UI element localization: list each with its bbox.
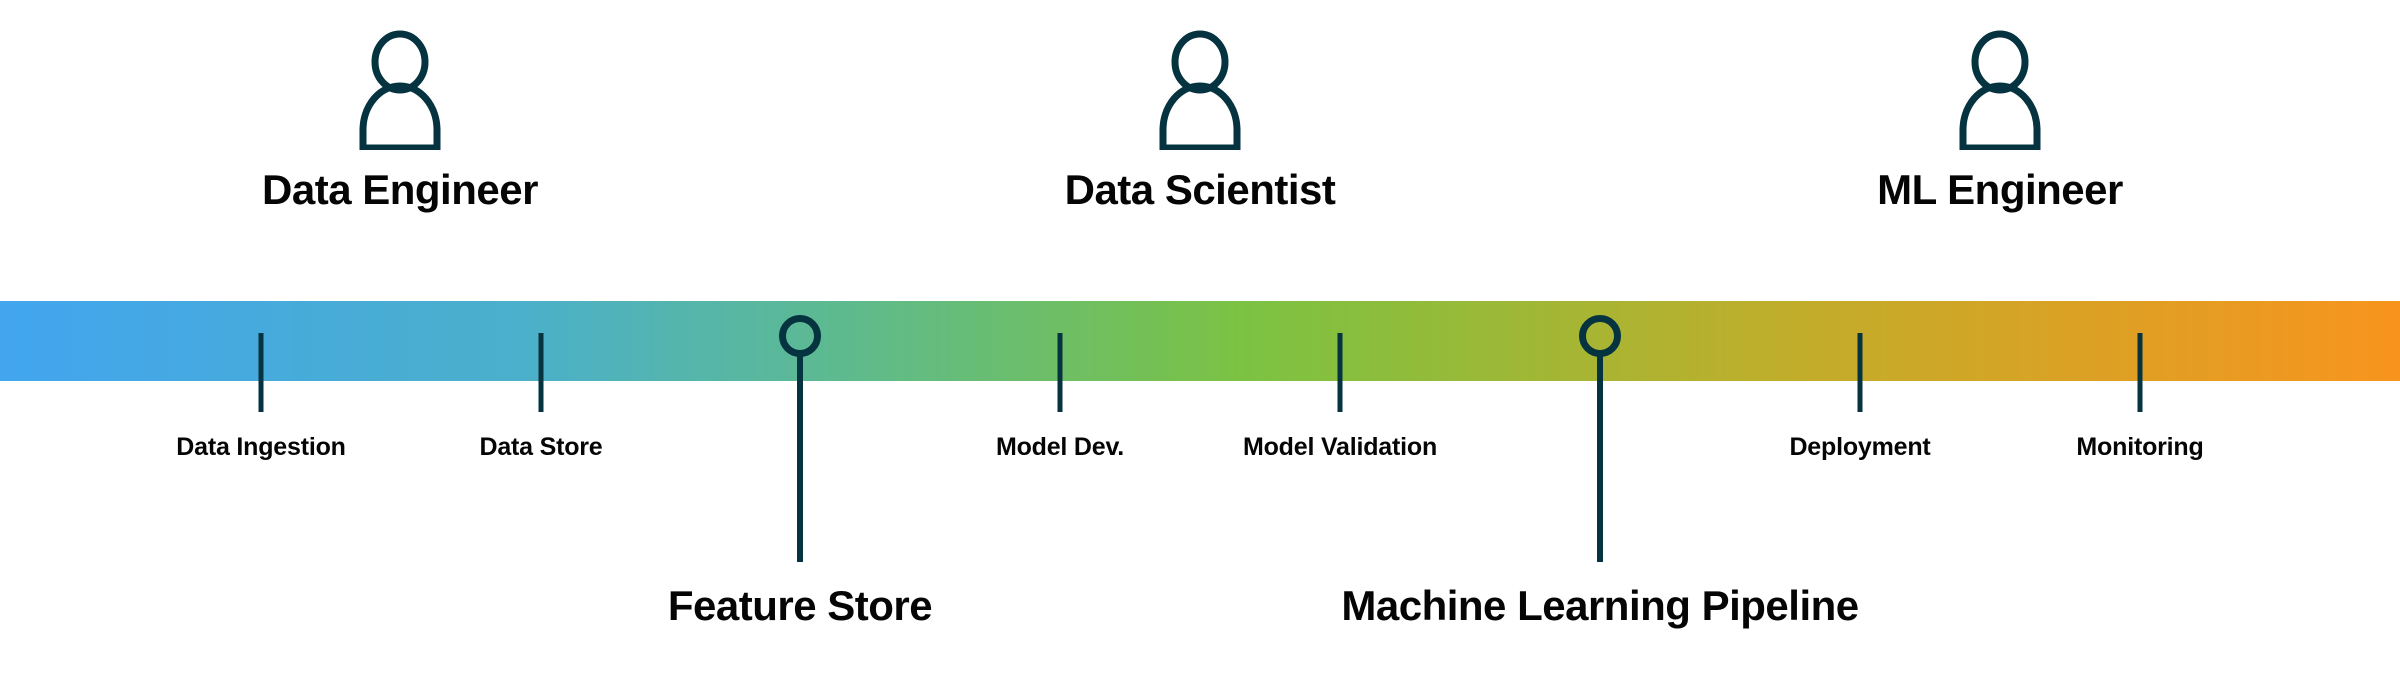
pin-ring-feature-store <box>779 315 821 357</box>
stage-label-model-validation: Model Validation <box>1242 433 1438 461</box>
person-icon <box>1959 30 2041 150</box>
tick-mark-model-validation <box>1337 333 1343 412</box>
stage-label-monitoring: Monitoring <box>2076 433 2204 461</box>
pin-ring-ml-pipeline <box>1579 315 1621 357</box>
stage-label-data-ingestion: Data Ingestion <box>176 433 346 461</box>
pin-stem-ml-pipeline <box>1597 352 1603 562</box>
role-label: ML Engineer <box>1877 166 2123 213</box>
gradient-timeline-bar <box>0 301 2400 381</box>
stage-label-deployment: Deployment <box>1789 433 1931 461</box>
tick-mark-model-dev <box>1057 333 1063 412</box>
component-label-feature-store: Feature Store <box>667 582 933 629</box>
tick-mark-deployment <box>1857 333 1863 412</box>
tick-mark-data-ingestion <box>258 333 264 412</box>
role-data-engineer: Data Engineer <box>90 30 710 214</box>
person-icon <box>1159 30 1241 150</box>
timeline-diagram: Data Engineer Data Scientist ML Engineer <box>0 0 2400 700</box>
role-ml-engineer: ML Engineer <box>1690 30 2310 214</box>
role-data-scientist: Data Scientist <box>890 30 1510 214</box>
stage-label-model-dev: Model Dev. <box>995 433 1125 461</box>
tick-mark-data-store <box>538 333 544 412</box>
role-label: Data Scientist <box>1064 166 1336 213</box>
pin-stem-feature-store <box>797 352 803 562</box>
stage-label-data-store: Data Store <box>479 433 603 461</box>
tick-mark-monitoring <box>2137 333 2143 412</box>
role-label: Data Engineer <box>262 166 538 213</box>
component-label-ml-pipeline: Machine Learning Pipeline <box>1341 582 1859 629</box>
person-icon <box>359 30 441 150</box>
